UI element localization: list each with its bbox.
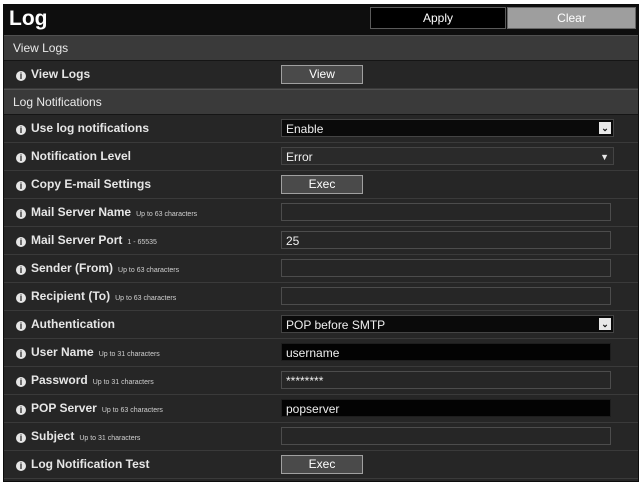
mail-server-port-input[interactable]: 25 (281, 231, 611, 249)
password-hint: Up to 31 characters (92, 379, 154, 386)
sender-input[interactable] (281, 259, 611, 277)
header-bar: Log Apply Clear (4, 5, 638, 35)
mail-server-name-label: Mail Server Name (31, 205, 132, 219)
user-name-hint: Up to 31 characters (98, 351, 160, 358)
info-icon: i (16, 405, 26, 415)
mail-server-name-hint: Up to 63 characters (136, 211, 198, 218)
info-icon: i (16, 125, 26, 135)
sender-label: Sender (From) (31, 261, 114, 275)
sender-hint: Up to 63 characters (118, 267, 180, 274)
info-icon: i (16, 321, 26, 331)
info-icon: i (16, 293, 26, 303)
pop-server-input[interactable]: popserver (281, 399, 611, 417)
row-log-notification-test: i Log Notification Test Exec (4, 451, 638, 479)
subject-hint: Up to 31 characters (79, 435, 141, 442)
row-subject: i Subject Up to 31 characters (4, 423, 638, 451)
caret-down-icon[interactable]: ▼ (600, 148, 609, 166)
copy-email-settings-label: Copy E-mail Settings (31, 177, 152, 191)
row-user-name: i User Name Up to 31 characters username (4, 339, 638, 367)
authentication-value: POP before SMTP (286, 318, 386, 332)
row-copy-email-settings: i Copy E-mail Settings Exec (4, 171, 638, 199)
pop-server-label: POP Server (31, 401, 97, 415)
info-icon: i (16, 349, 26, 359)
subject-input[interactable] (281, 427, 611, 445)
row-use-log-notifications: i Use log notifications Enable ⌄ (4, 115, 638, 143)
info-icon: i (16, 377, 26, 387)
notification-level-value: Error (286, 150, 313, 164)
page-title: Log (9, 7, 48, 30)
copy-email-exec-button[interactable]: Exec (281, 175, 363, 194)
log-notification-test-exec-button[interactable]: Exec (281, 455, 363, 474)
use-log-notifications-value: Enable (286, 122, 324, 136)
password-label: Password (31, 373, 88, 387)
pop-server-hint: Up to 63 characters (101, 407, 163, 414)
info-icon: i (16, 237, 26, 247)
user-name-label: User Name (31, 345, 94, 359)
chevron-down-icon[interactable]: ⌄ (599, 122, 611, 134)
user-name-input[interactable]: username (281, 343, 611, 361)
recipient-label: Recipient (To) (31, 289, 111, 303)
row-notification-level: i Notification Level Error ▼ (4, 143, 638, 171)
row-recipient: i Recipient (To) Up to 63 characters (4, 283, 638, 311)
log-settings-panel: Log Apply Clear View Logs i View Logs Vie… (3, 4, 639, 482)
view-logs-label: View Logs (31, 67, 91, 81)
info-icon: i (16, 265, 26, 275)
info-icon: i (16, 433, 26, 443)
password-input[interactable]: ******** (281, 371, 611, 389)
section-log-notifications: Log Notifications (4, 89, 638, 115)
row-password: i Password Up to 31 characters ******** (4, 367, 638, 395)
info-icon: i (16, 71, 26, 81)
info-icon: i (16, 153, 26, 163)
chevron-down-icon[interactable]: ⌄ (599, 318, 611, 330)
log-notification-test-label: Log Notification Test (31, 457, 150, 471)
row-sender: i Sender (From) Up to 63 characters (4, 255, 638, 283)
row-authentication: i Authentication POP before SMTP ⌄ (4, 311, 638, 339)
subject-label: Subject (31, 429, 75, 443)
recipient-input[interactable] (281, 287, 611, 305)
info-icon: i (16, 461, 26, 471)
info-icon: i (16, 209, 26, 219)
section-view-logs: View Logs (4, 35, 638, 61)
row-mail-server-name: i Mail Server Name Up to 63 characters (4, 199, 638, 227)
row-mail-server-port: i Mail Server Port 1 - 65535 25 (4, 227, 638, 255)
authentication-label: Authentication (31, 317, 115, 331)
notification-level-label: Notification Level (31, 149, 132, 163)
mail-server-port-hint: 1 - 65535 (127, 239, 157, 246)
notification-level-select[interactable]: Error ▼ (281, 147, 614, 165)
row-pop-server: i POP Server Up to 63 characters popserver (4, 395, 638, 423)
recipient-hint: Up to 63 characters (115, 295, 177, 302)
view-button[interactable]: View (281, 65, 363, 84)
use-log-notifications-select[interactable]: Enable ⌄ (281, 119, 614, 137)
row-view-logs: i View Logs View (4, 61, 638, 89)
apply-button[interactable]: Apply (370, 7, 506, 29)
clear-button[interactable]: Clear (507, 7, 636, 29)
use-log-notifications-label: Use log notifications (31, 121, 150, 135)
authentication-select[interactable]: POP before SMTP ⌄ (281, 315, 614, 333)
mail-server-name-input[interactable] (281, 203, 611, 221)
info-icon: i (16, 181, 26, 191)
mail-server-port-label: Mail Server Port (31, 233, 123, 247)
